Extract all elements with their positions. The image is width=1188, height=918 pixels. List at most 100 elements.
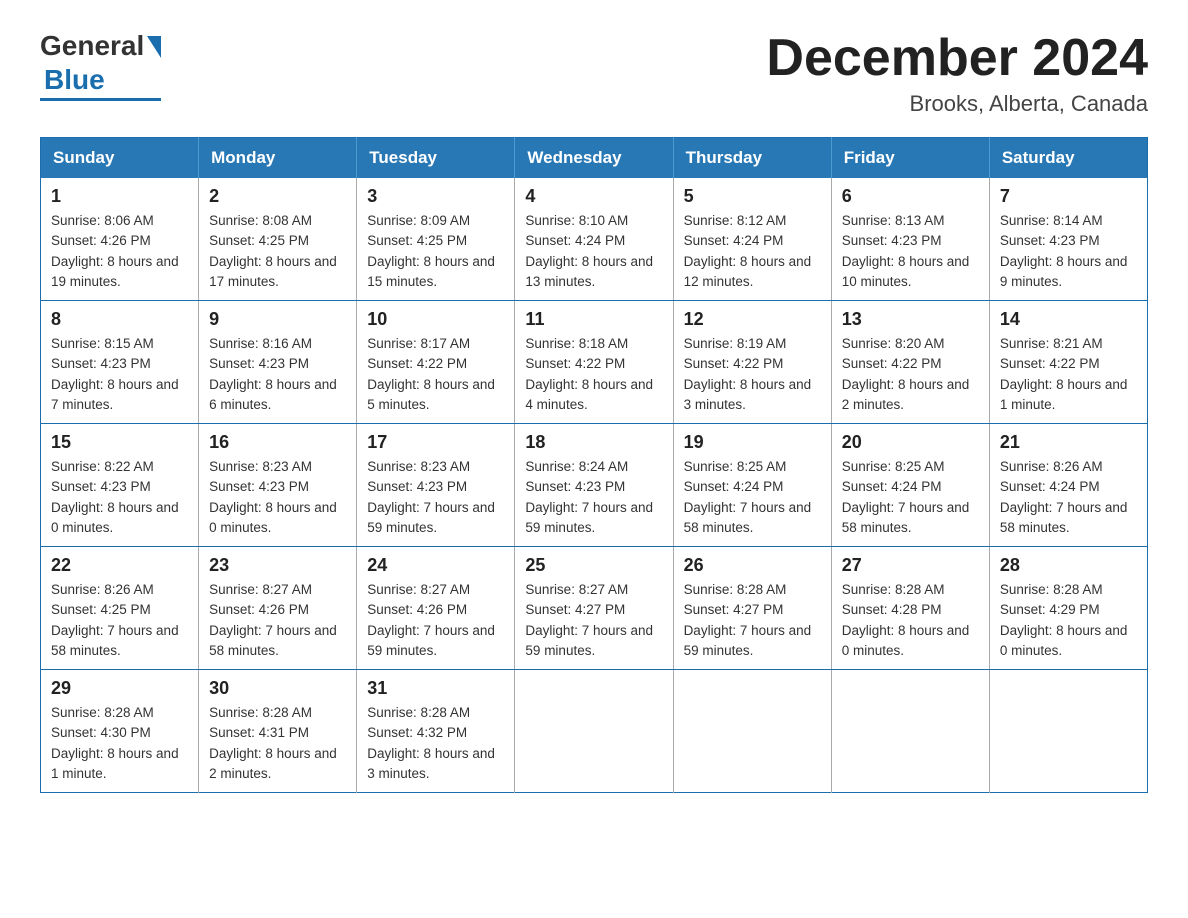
calendar-cell: 27 Sunrise: 8:28 AM Sunset: 4:28 PM Dayl… <box>831 547 989 670</box>
sunrise-label: Sunrise: 8:20 AM <box>842 336 945 351</box>
calendar-cell: 8 Sunrise: 8:15 AM Sunset: 4:23 PM Dayli… <box>41 301 199 424</box>
day-number: 31 <box>367 678 504 699</box>
day-of-week-saturday: Saturday <box>989 138 1147 179</box>
calendar-cell: 16 Sunrise: 8:23 AM Sunset: 4:23 PM Dayl… <box>199 424 357 547</box>
sunrise-label: Sunrise: 8:23 AM <box>209 459 312 474</box>
daylight-label: Daylight: 7 hours and 58 minutes. <box>684 500 812 535</box>
sunrise-label: Sunrise: 8:13 AM <box>842 213 945 228</box>
daylight-label: Daylight: 8 hours and 15 minutes. <box>367 254 495 289</box>
sunrise-label: Sunrise: 8:15 AM <box>51 336 154 351</box>
calendar-cell: 5 Sunrise: 8:12 AM Sunset: 4:24 PM Dayli… <box>673 178 831 301</box>
day-number: 17 <box>367 432 504 453</box>
day-number: 18 <box>525 432 662 453</box>
calendar-cell: 18 Sunrise: 8:24 AM Sunset: 4:23 PM Dayl… <box>515 424 673 547</box>
sunrise-label: Sunrise: 8:26 AM <box>51 582 154 597</box>
day-info: Sunrise: 8:28 AM Sunset: 4:32 PM Dayligh… <box>367 703 504 784</box>
day-info: Sunrise: 8:06 AM Sunset: 4:26 PM Dayligh… <box>51 211 188 292</box>
day-info: Sunrise: 8:21 AM Sunset: 4:22 PM Dayligh… <box>1000 334 1137 415</box>
daylight-label: Daylight: 8 hours and 5 minutes. <box>367 377 495 412</box>
day-info: Sunrise: 8:27 AM Sunset: 4:26 PM Dayligh… <box>209 580 346 661</box>
day-info: Sunrise: 8:23 AM Sunset: 4:23 PM Dayligh… <box>367 457 504 538</box>
calendar-cell: 14 Sunrise: 8:21 AM Sunset: 4:22 PM Dayl… <box>989 301 1147 424</box>
sunset-label: Sunset: 4:26 PM <box>367 602 467 617</box>
daylight-label: Daylight: 7 hours and 59 minutes. <box>367 623 495 658</box>
daylight-label: Daylight: 8 hours and 3 minutes. <box>684 377 812 412</box>
sunrise-label: Sunrise: 8:08 AM <box>209 213 312 228</box>
sunrise-label: Sunrise: 8:09 AM <box>367 213 470 228</box>
sunrise-label: Sunrise: 8:27 AM <box>367 582 470 597</box>
day-number: 29 <box>51 678 188 699</box>
day-number: 6 <box>842 186 979 207</box>
sunrise-label: Sunrise: 8:28 AM <box>684 582 787 597</box>
day-number: 4 <box>525 186 662 207</box>
day-number: 30 <box>209 678 346 699</box>
daylight-label: Daylight: 8 hours and 10 minutes. <box>842 254 970 289</box>
calendar-cell <box>831 670 989 793</box>
daylight-label: Daylight: 7 hours and 58 minutes. <box>842 500 970 535</box>
day-number: 10 <box>367 309 504 330</box>
sunrise-label: Sunrise: 8:25 AM <box>842 459 945 474</box>
sunset-label: Sunset: 4:24 PM <box>525 233 625 248</box>
day-info: Sunrise: 8:19 AM Sunset: 4:22 PM Dayligh… <box>684 334 821 415</box>
daylight-label: Daylight: 8 hours and 2 minutes. <box>209 746 337 781</box>
sunset-label: Sunset: 4:23 PM <box>209 479 309 494</box>
sunset-label: Sunset: 4:26 PM <box>51 233 151 248</box>
day-info: Sunrise: 8:24 AM Sunset: 4:23 PM Dayligh… <box>525 457 662 538</box>
day-number: 20 <box>842 432 979 453</box>
day-info: Sunrise: 8:28 AM Sunset: 4:27 PM Dayligh… <box>684 580 821 661</box>
sunrise-label: Sunrise: 8:10 AM <box>525 213 628 228</box>
sunset-label: Sunset: 4:23 PM <box>51 479 151 494</box>
logo-underline <box>40 98 161 101</box>
sunset-label: Sunset: 4:31 PM <box>209 725 309 740</box>
sunset-label: Sunset: 4:24 PM <box>684 479 784 494</box>
logo-general-text: General <box>40 30 144 62</box>
daylight-label: Daylight: 7 hours and 59 minutes. <box>684 623 812 658</box>
sunset-label: Sunset: 4:27 PM <box>684 602 784 617</box>
day-number: 27 <box>842 555 979 576</box>
sunrise-label: Sunrise: 8:14 AM <box>1000 213 1103 228</box>
daylight-label: Daylight: 8 hours and 0 minutes. <box>51 500 179 535</box>
sunrise-label: Sunrise: 8:18 AM <box>525 336 628 351</box>
sunrise-label: Sunrise: 8:28 AM <box>1000 582 1103 597</box>
day-info: Sunrise: 8:26 AM Sunset: 4:24 PM Dayligh… <box>1000 457 1137 538</box>
sunset-label: Sunset: 4:22 PM <box>684 356 784 371</box>
calendar-cell: 26 Sunrise: 8:28 AM Sunset: 4:27 PM Dayl… <box>673 547 831 670</box>
day-info: Sunrise: 8:22 AM Sunset: 4:23 PM Dayligh… <box>51 457 188 538</box>
calendar-cell: 25 Sunrise: 8:27 AM Sunset: 4:27 PM Dayl… <box>515 547 673 670</box>
sunrise-label: Sunrise: 8:27 AM <box>525 582 628 597</box>
day-info: Sunrise: 8:27 AM Sunset: 4:27 PM Dayligh… <box>525 580 662 661</box>
calendar-cell <box>515 670 673 793</box>
daylight-label: Daylight: 7 hours and 59 minutes. <box>525 623 653 658</box>
sunset-label: Sunset: 4:22 PM <box>1000 356 1100 371</box>
sunset-label: Sunset: 4:23 PM <box>1000 233 1100 248</box>
day-number: 26 <box>684 555 821 576</box>
calendar-cell: 22 Sunrise: 8:26 AM Sunset: 4:25 PM Dayl… <box>41 547 199 670</box>
calendar-cell: 12 Sunrise: 8:19 AM Sunset: 4:22 PM Dayl… <box>673 301 831 424</box>
sunset-label: Sunset: 4:22 PM <box>842 356 942 371</box>
daylight-label: Daylight: 7 hours and 58 minutes. <box>1000 500 1128 535</box>
daylight-label: Daylight: 7 hours and 59 minutes. <box>525 500 653 535</box>
daylight-label: Daylight: 8 hours and 1 minute. <box>51 746 179 781</box>
calendar-cell: 13 Sunrise: 8:20 AM Sunset: 4:22 PM Dayl… <box>831 301 989 424</box>
calendar-week-row: 29 Sunrise: 8:28 AM Sunset: 4:30 PM Dayl… <box>41 670 1148 793</box>
daylight-label: Daylight: 7 hours and 58 minutes. <box>51 623 179 658</box>
calendar-cell: 10 Sunrise: 8:17 AM Sunset: 4:22 PM Dayl… <box>357 301 515 424</box>
daylight-label: Daylight: 8 hours and 0 minutes. <box>842 623 970 658</box>
day-number: 25 <box>525 555 662 576</box>
daylight-label: Daylight: 8 hours and 4 minutes. <box>525 377 653 412</box>
logo-blue-text: Blue <box>44 64 105 96</box>
calendar-cell: 9 Sunrise: 8:16 AM Sunset: 4:23 PM Dayli… <box>199 301 357 424</box>
daylight-label: Daylight: 8 hours and 13 minutes. <box>525 254 653 289</box>
day-of-week-friday: Friday <box>831 138 989 179</box>
logo: General Blue <box>40 30 161 101</box>
day-number: 2 <box>209 186 346 207</box>
day-number: 22 <box>51 555 188 576</box>
sunrise-label: Sunrise: 8:23 AM <box>367 459 470 474</box>
sunrise-label: Sunrise: 8:16 AM <box>209 336 312 351</box>
daylight-label: Daylight: 7 hours and 58 minutes. <box>209 623 337 658</box>
sunrise-label: Sunrise: 8:21 AM <box>1000 336 1103 351</box>
calendar-cell: 17 Sunrise: 8:23 AM Sunset: 4:23 PM Dayl… <box>357 424 515 547</box>
sunset-label: Sunset: 4:24 PM <box>842 479 942 494</box>
day-number: 13 <box>842 309 979 330</box>
day-number: 19 <box>684 432 821 453</box>
